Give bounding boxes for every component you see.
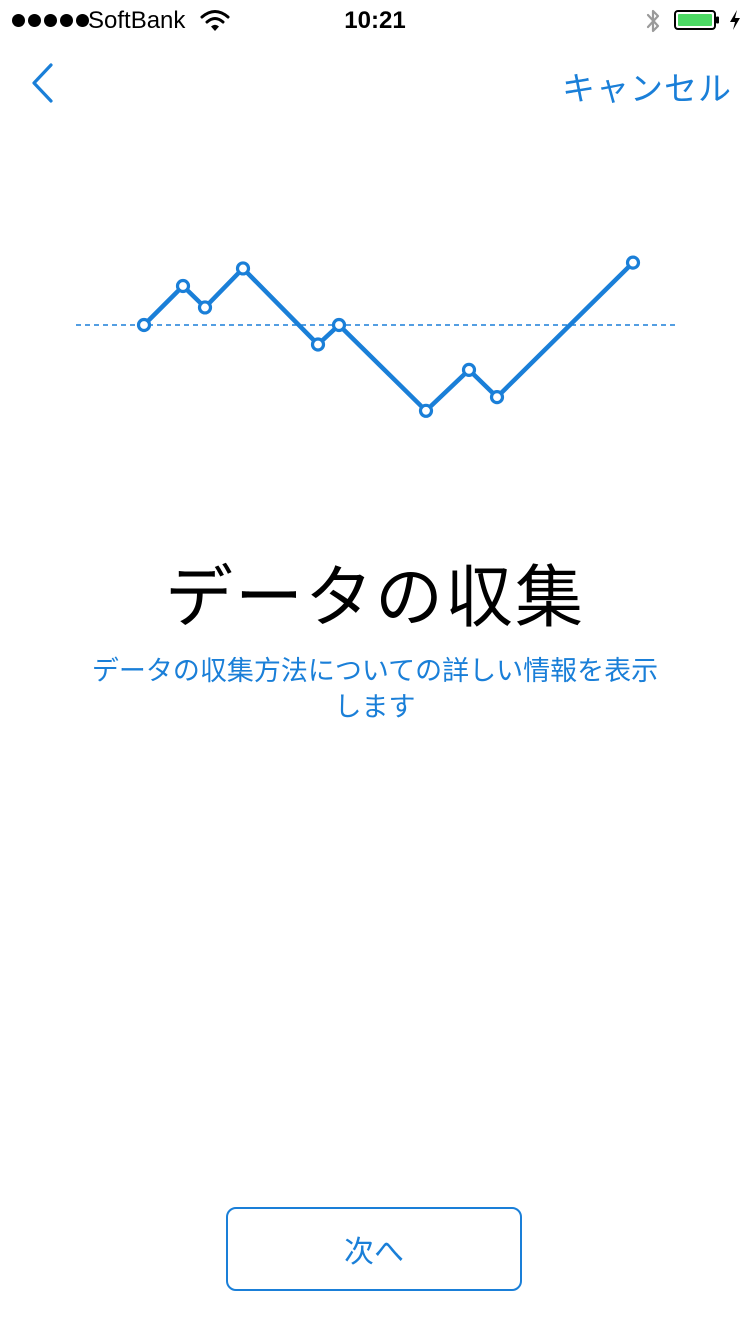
chart-point-6	[418, 403, 434, 418]
chart-point-5	[331, 317, 347, 333]
chart-point-1	[175, 278, 191, 294]
chart-point-3	[235, 261, 251, 276]
chart-point-0	[136, 317, 152, 333]
chart-point-2	[197, 300, 213, 315]
page-title: データの収集	[164, 559, 585, 638]
chart-point-8	[489, 390, 505, 405]
data-trend-illustration	[76, 255, 676, 418]
next-button[interactable]: 次へ	[226, 1207, 522, 1291]
chart-point-4	[310, 337, 326, 352]
chart-point-7	[461, 362, 477, 377]
screen: SoftBank 10:21 キャンセル データの収集 データの収集方法について…	[0, 0, 750, 1334]
chart-line	[141, 260, 636, 414]
chart-point-9	[625, 255, 641, 270]
description-link[interactable]: データの収集方法についての詳しい情報を表示します	[85, 654, 665, 726]
